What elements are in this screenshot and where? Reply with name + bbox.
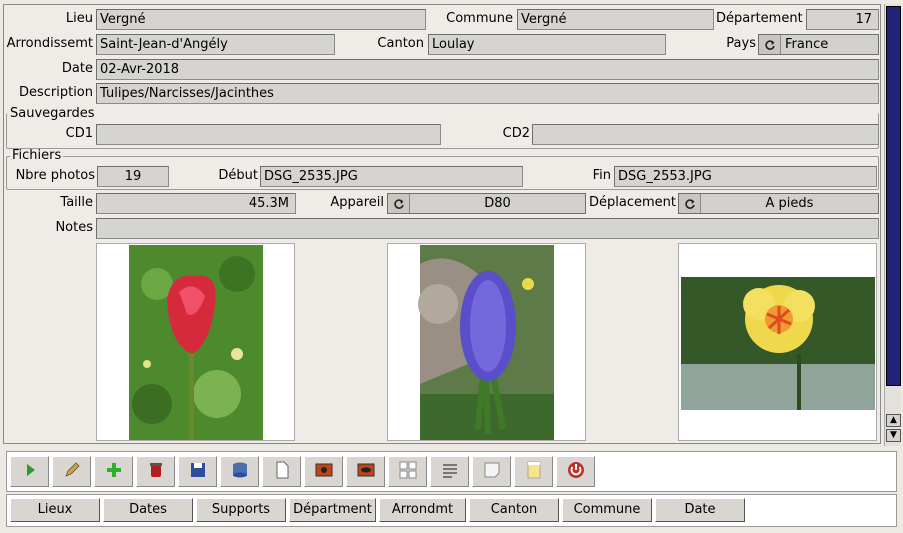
- list-icon: [440, 460, 460, 484]
- date-label: Date: [61, 61, 93, 76]
- lieu-field[interactable]: Vergné: [96, 9, 426, 30]
- view-photo-alt-icon: [356, 460, 376, 484]
- power-icon: [566, 460, 586, 484]
- scroll-down-icon[interactable]: ▼: [886, 429, 901, 442]
- notes-field[interactable]: [96, 218, 879, 239]
- new-page-button[interactable]: [262, 456, 301, 487]
- appareil-value: D80: [484, 196, 511, 211]
- cd2-label: CD2: [502, 126, 530, 141]
- refresh-icon[interactable]: [759, 35, 781, 54]
- commune-field[interactable]: Vergné: [517, 9, 714, 30]
- canton-field[interactable]: Loulay: [428, 34, 666, 55]
- navigation-bar: Lieux Dates Supports Départment Arrondmt…: [6, 494, 897, 527]
- nbre-photos-field[interactable]: 19: [97, 166, 169, 187]
- refresh-icon[interactable]: [679, 194, 701, 213]
- deplacement-value: A pieds: [765, 196, 814, 211]
- photo-thumbnail-hyacinth[interactable]: [387, 243, 586, 441]
- add-icon: [104, 460, 124, 484]
- pays-combo[interactable]: France: [758, 34, 879, 55]
- play-icon: [20, 460, 40, 484]
- record-form: Lieu Vergné Commune Vergné Département 1…: [3, 4, 881, 444]
- grid-icon: [398, 460, 418, 484]
- commune-label: Commune: [446, 11, 513, 26]
- delete-icon: [146, 460, 166, 484]
- taille-label: Taille: [60, 195, 93, 210]
- debut-field[interactable]: DSG_2535.JPG: [260, 166, 523, 187]
- cd1-label: CD1: [65, 126, 93, 141]
- toolbar: [6, 451, 897, 492]
- debut-label: Début: [218, 168, 258, 183]
- list-button[interactable]: [430, 456, 469, 487]
- pencil-icon: [62, 460, 82, 484]
- nav-date-button[interactable]: Date: [655, 498, 745, 522]
- fin-label: Fin: [592, 168, 611, 183]
- play-button[interactable]: [10, 456, 49, 487]
- nav-supports-button[interactable]: Supports: [196, 498, 286, 522]
- refresh-icon[interactable]: [388, 194, 410, 213]
- database-icon: [230, 460, 250, 484]
- nav-arrondissement-button[interactable]: Arrondmt: [379, 498, 466, 522]
- add-button[interactable]: [94, 456, 133, 487]
- photo-thumbnail-tulip[interactable]: [96, 243, 295, 441]
- departement-field[interactable]: 17: [806, 9, 879, 30]
- description-field[interactable]: Tulipes/Narcisses/Jacinthes: [96, 83, 879, 104]
- deplacement-label: Déplacement: [589, 195, 676, 210]
- pays-label: Pays: [726, 36, 756, 51]
- scrollbar-thumb[interactable]: [886, 6, 901, 386]
- pencil-button[interactable]: [52, 456, 91, 487]
- appareil-combo[interactable]: D80: [387, 193, 586, 214]
- nav-commune-button[interactable]: Commune: [562, 498, 652, 522]
- notepad-button[interactable]: [514, 456, 553, 487]
- cd1-field[interactable]: [96, 124, 441, 145]
- delete-button[interactable]: [136, 456, 175, 487]
- sauvegardes-label: Sauvegardes: [10, 106, 95, 121]
- lieu-label: Lieu: [65, 11, 93, 26]
- deplacement-combo[interactable]: A pieds: [678, 193, 879, 214]
- notepad-icon: [524, 460, 544, 484]
- fichiers-label: Fichiers: [10, 148, 64, 163]
- departement-label: Département: [716, 11, 803, 26]
- vertical-scrollbar[interactable]: ▲ ▼: [884, 4, 901, 446]
- photo-thumbnail-narcissus[interactable]: [678, 243, 877, 441]
- appareil-label: Appareil: [330, 195, 384, 210]
- cd2-field[interactable]: [532, 124, 879, 145]
- taille-field[interactable]: 45.3M: [96, 193, 296, 214]
- nav-departement-button[interactable]: Départment: [289, 498, 376, 522]
- note-icon: [482, 460, 502, 484]
- date-field[interactable]: 02-Avr-2018: [96, 59, 879, 80]
- grid-button[interactable]: [388, 456, 427, 487]
- view-photo-button[interactable]: [304, 456, 343, 487]
- nav-dates-button[interactable]: Dates: [103, 498, 193, 522]
- notes-label: Notes: [55, 220, 93, 235]
- nav-canton-button[interactable]: Canton: [469, 498, 559, 522]
- save-button[interactable]: [178, 456, 217, 487]
- save-icon: [188, 460, 208, 484]
- description-label: Description: [18, 85, 93, 100]
- view-photo-alt-button[interactable]: [346, 456, 385, 487]
- power-button[interactable]: [556, 456, 595, 487]
- database-button[interactable]: [220, 456, 259, 487]
- pays-value: France: [785, 37, 829, 52]
- note-button[interactable]: [472, 456, 511, 487]
- new-page-icon: [272, 460, 292, 484]
- nbre-photos-label: Nbre photos: [15, 168, 95, 183]
- arrondissement-label: Arrondissemt: [6, 36, 93, 51]
- scroll-up-icon[interactable]: ▲: [886, 414, 901, 427]
- nav-lieux-button[interactable]: Lieux: [10, 498, 100, 522]
- fin-field[interactable]: DSG_2553.JPG: [614, 166, 877, 187]
- arrondissement-field[interactable]: Saint-Jean-d'Angély: [96, 34, 335, 55]
- view-photo-icon: [314, 460, 334, 484]
- canton-label: Canton: [377, 36, 424, 51]
